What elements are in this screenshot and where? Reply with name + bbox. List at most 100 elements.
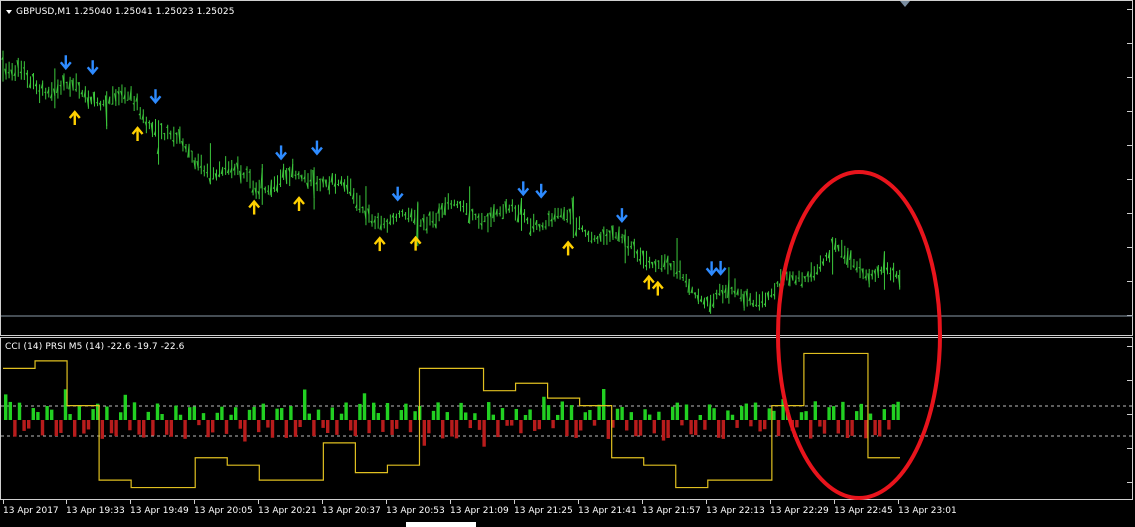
time-axis-label: 13 Apr 20:37	[322, 506, 381, 516]
cci-bar	[395, 420, 399, 429]
cci-bar	[615, 408, 620, 420]
cci-bar	[482, 420, 486, 447]
cci-bar	[491, 414, 495, 420]
price-bars	[1, 50, 901, 314]
cci-bar	[868, 413, 873, 420]
chart-canvas	[1, 50, 1133, 500]
cci-bar	[473, 413, 477, 420]
cci-bar	[100, 420, 104, 439]
cci-bar	[583, 412, 587, 420]
cci-bar	[215, 412, 219, 420]
cci-bar	[707, 404, 712, 420]
price-bar-tick	[840, 256, 842, 258]
cci-bar	[648, 414, 652, 420]
cci-bar	[381, 420, 385, 432]
cci-bar	[321, 420, 325, 428]
cci-bar	[151, 420, 155, 436]
cci-bar	[822, 420, 827, 434]
cci-bar	[887, 420, 891, 430]
cci-bar	[809, 420, 813, 439]
cci-bar	[689, 420, 693, 435]
time-axis-tick	[898, 500, 899, 504]
sell-arrow-icon	[517, 181, 530, 197]
cci-bar	[500, 408, 505, 420]
chart-window[interactable]: GBPUSD,M1 1.25040 1.25041 1.25023 1.2502…	[0, 0, 1135, 527]
cci-bar	[859, 403, 863, 420]
cci-bar	[422, 420, 426, 446]
cci-bar	[625, 420, 629, 431]
price-bar-tick	[382, 223, 385, 226]
time-axis-tick	[450, 500, 451, 504]
highlight-ellipse	[776, 170, 942, 500]
cci-bar	[155, 403, 160, 420]
cci-bar	[413, 411, 417, 420]
cci-bar	[261, 403, 265, 420]
cci-bar	[845, 420, 850, 438]
time-axis-label: 13 Apr 19:33	[66, 506, 125, 516]
cci-bar	[252, 406, 256, 420]
cci-bar	[404, 403, 408, 420]
cci-bar	[588, 409, 592, 420]
cci-bar	[850, 420, 854, 436]
time-axis-label: 13 Apr 22:29	[770, 506, 829, 516]
cci-bar	[431, 410, 436, 420]
buy-arrow-icon	[131, 126, 144, 141]
cci-bar	[86, 420, 91, 430]
cci-bar	[54, 420, 58, 437]
cci-bar	[795, 420, 799, 428]
cci-bar	[372, 402, 376, 420]
cci-bar	[468, 420, 472, 429]
cci-bar	[864, 420, 868, 439]
cci-bar	[643, 409, 647, 420]
time-axis-tick	[770, 500, 771, 504]
cci-bar	[546, 405, 551, 420]
cci-bar	[326, 420, 330, 433]
cci-bar	[735, 420, 739, 428]
cci-bar	[45, 406, 49, 420]
cci-bar	[362, 393, 367, 420]
cci-bar	[270, 420, 275, 438]
price-bar-tick	[376, 216, 379, 218]
cci-bar	[758, 420, 762, 432]
cci-bar	[606, 420, 610, 439]
buy-arrow-icon	[562, 240, 575, 256]
cci-bar	[753, 402, 758, 420]
cci-bar	[487, 402, 491, 420]
cci-bar	[142, 420, 146, 438]
cci-bar	[597, 404, 601, 420]
cci-bar	[694, 420, 698, 436]
cci-bar	[551, 420, 555, 429]
cci-bar	[813, 401, 817, 420]
time-axis-label: 13 Apr 20:53	[386, 506, 445, 516]
cci-bar	[698, 414, 702, 420]
cci-bar	[289, 406, 293, 420]
cci-bar	[188, 407, 192, 420]
cci-bar	[873, 420, 877, 436]
cci-bar	[827, 407, 831, 420]
cci-bar	[763, 420, 767, 430]
cci-bar	[335, 420, 339, 435]
cci-bar	[257, 420, 261, 433]
cci-bar	[744, 403, 748, 420]
price-bar-tick	[660, 268, 663, 270]
time-axis-label: 13 Apr 22:13	[706, 506, 765, 516]
cci-bar	[13, 420, 17, 437]
cci-bar	[266, 420, 270, 428]
time-axis-tick	[130, 500, 131, 504]
cci-bar	[537, 420, 541, 430]
cci-bar	[523, 414, 528, 420]
time-axis-tick	[3, 500, 4, 504]
cci-bar	[882, 409, 886, 420]
cci-bar	[17, 402, 22, 420]
cci-bar	[565, 420, 569, 437]
cci-bar	[772, 410, 776, 420]
cci-bar	[408, 420, 413, 433]
cci-bar	[105, 406, 109, 420]
buy-arrow-icon	[651, 280, 664, 296]
cci-bar	[344, 402, 348, 420]
horizontal-scroll-indicator[interactable]	[406, 522, 476, 527]
price-bar-tick	[858, 266, 861, 269]
time-axis-label: 13 Apr 20:05	[194, 506, 253, 516]
cci-bar	[661, 420, 666, 441]
cci-bar	[77, 405, 81, 420]
